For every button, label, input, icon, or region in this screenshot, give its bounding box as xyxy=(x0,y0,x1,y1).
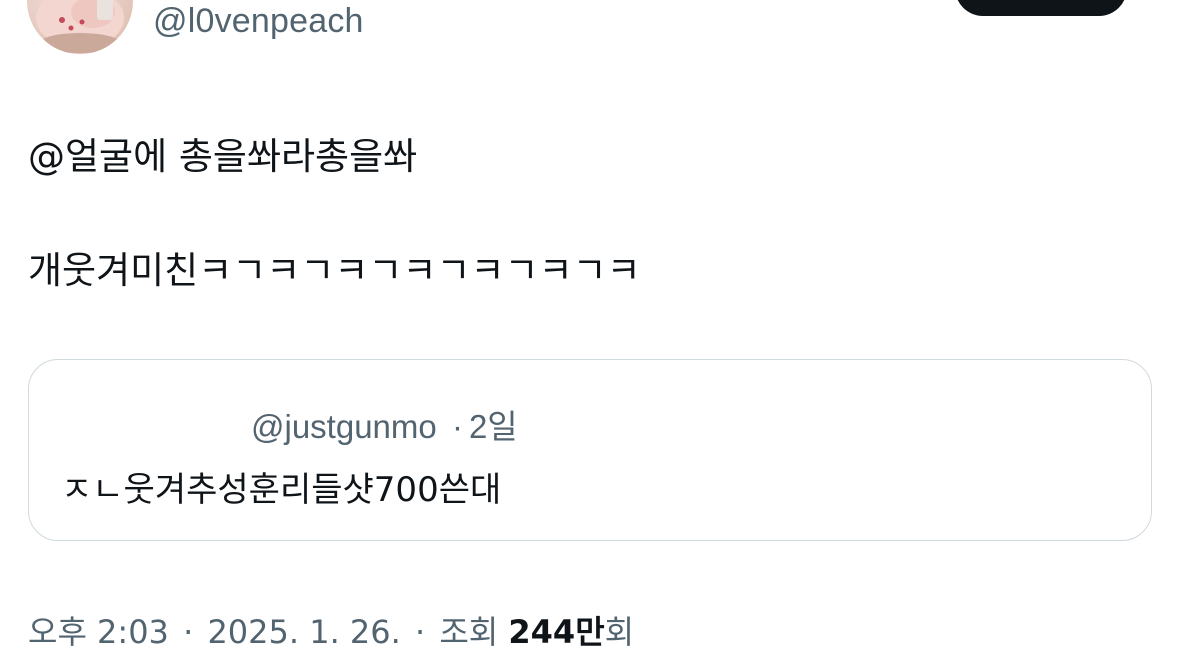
views-count: 244만 xyxy=(508,613,605,651)
views-suffix: 회 xyxy=(604,613,635,651)
tweet-text-line-2: 개웃겨미친ㅋㄱㅋㄱㅋㄱㅋㄱㅋㄱㅋㄱㅋ xyxy=(28,249,641,292)
author-handle[interactable]: @l0venpeach xyxy=(153,2,364,41)
separator-dot: · xyxy=(451,408,463,445)
quoted-tweet-text: ㅈㄴ웃겨추성훈리들샷700쓴대 xyxy=(61,470,502,510)
separator-dot: · xyxy=(414,613,426,651)
quoted-tweet-meta: @justgunmo · 2일 xyxy=(251,400,518,448)
tweet-text-line-1: @얼굴에 총을쏴라총을쏴 xyxy=(28,135,418,178)
tweet-date[interactable]: 2025. 1. 26. xyxy=(207,613,400,651)
views-label: 조회 xyxy=(439,613,499,651)
quoted-tweet-card[interactable]: @justgunmo · 2일 ㅈㄴ웃겨추성훈리들샷700쓴대 xyxy=(28,359,1152,541)
tweet-time[interactable]: 오후 2:03 xyxy=(28,613,169,651)
quoted-author-handle[interactable]: @justgunmo xyxy=(251,408,437,445)
pig-plush-icon xyxy=(36,0,124,53)
separator-dot: · xyxy=(183,613,194,651)
quoted-tweet-age: 2일 xyxy=(468,408,518,445)
tweet-timestamp-row: 오후 2:03 · 2025. 1. 26. · 조회 244만회 xyxy=(28,607,634,653)
follow-button[interactable] xyxy=(955,0,1127,16)
avatar[interactable] xyxy=(27,0,133,54)
tweet-detail: @l0venpeach @얼굴에 총을쏴라총을쏴 개웃겨미친ㅋㄱㅋㄱㅋㄱㅋㄱㅋㄱ… xyxy=(0,0,1179,661)
